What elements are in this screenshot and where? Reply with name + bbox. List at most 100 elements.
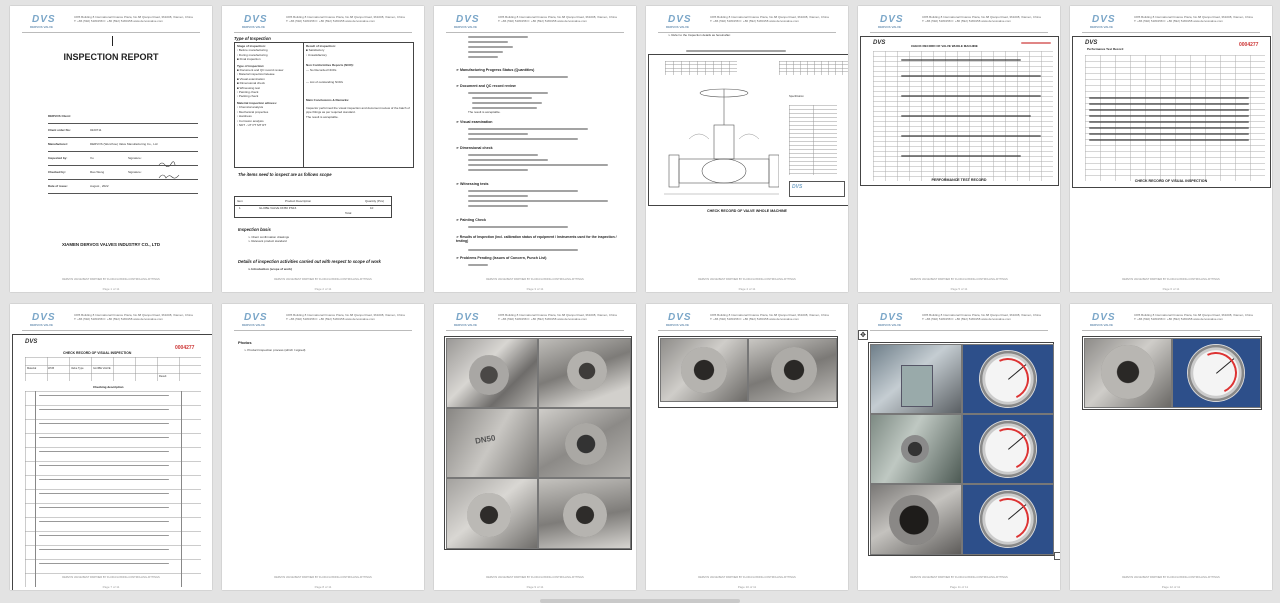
pressure-gauge-photo[interactable] [1172,338,1261,408]
resize-handle[interactable] [1054,552,1060,560]
table-header-cell: Item [237,199,243,203]
header-contact: T: +86 (592) 5180158 F: +86 (592) 518015… [74,317,163,321]
valve-photo[interactable] [538,408,631,478]
drawing-title-block: DVS [789,181,845,197]
test-bench-photo[interactable] [870,414,962,484]
ncr-item: — No Recorded NCRs [306,67,337,72]
cover-row-value: Rao Weng [90,170,105,174]
cover-row: Inspected by: Xu Signature: [48,152,198,168]
material-item: ▫ NDT - UT PT MT RT [237,122,267,127]
photos-title: Photos [238,340,252,345]
header-contact: T: +86 (592) 5180158 F: +86 (592) 518015… [286,317,375,321]
cover-row-label: DERVOS Client: [48,114,71,118]
company-logo: DVS [32,312,56,323]
conclusion-title: Main Conclusions & Remarks: [306,98,350,103]
form-serial: 0004277 [175,345,195,351]
pressure-gauge-photo[interactable] [962,414,1054,484]
document-page-12[interactable]: DVS DERVOS VALVE C8/5 Building 8 Interna… [1070,304,1272,590]
header-divider [22,330,200,331]
document-page-9[interactable]: DVS DERVOS VALVE C8/5 Building 8 Interna… [434,304,636,590]
move-handle-icon[interactable]: ✥ [858,330,868,340]
valve-photo[interactable] [748,338,837,402]
cover-row-label: Manufacturer: [48,142,69,146]
details-title: Details of inspection activities carried… [238,259,381,264]
page-header: DVS DERVOS VALVE C8/5 Building 8 Interna… [1082,312,1260,330]
header-contact: T: +86 (592) 5180158 F: +86 (592) 518015… [1134,19,1223,23]
page-footer: DERVOS VALVE BEST PARTNER BY FLUID-FLOWI… [486,576,584,579]
basis-item: ➢ Relevant product standard [248,239,287,244]
page-header: DVS DERVOS VALVE C8/5 Building 8 Interna… [870,312,1048,330]
checklist-grid [25,391,201,587]
form-title: Performance Test Record [1087,47,1124,51]
company-logo: DVS [32,14,56,25]
document-page-8[interactable]: DVS DERVOS VALVE C8/5 Building 8 Interna… [222,304,424,590]
document-page-10[interactable]: DVS DERVOS VALVE C8/5 Building 8 Interna… [646,304,848,590]
valve-photo[interactable] [1084,338,1172,408]
valve-photo[interactable] [538,338,631,408]
result-note: The result is acceptable. [468,110,501,114]
cover-row-value: August , 2022 [90,184,109,188]
document-page-7[interactable]: DVS DERVOS VALVE C8/5 Building 8 Interna… [10,304,212,590]
form-logo: DVS [873,40,886,46]
cover-info-table: DERVOS Client: Client order No: 0220711 M… [48,110,198,194]
photo-grid: DN50 [444,336,632,550]
pressure-gauge-photo[interactable] [962,484,1054,555]
drawing-spec-table [789,105,837,175]
page-number: Page 2 of 11 [314,287,332,291]
page-number: Page 6 of 11 [1162,287,1180,291]
company-logo-subtitle: DERVOS VALVE [30,25,54,29]
document-page-5[interactable]: DVS DERVOS VALVE C8/5 Building 8 Interna… [858,6,1060,292]
section-heading: ➢ Dimensional check [456,146,493,150]
page-footer: DERVOS VALVE BEST PARTNER BY FLUID-FLOWI… [274,278,372,281]
test-bench-photo[interactable] [870,344,962,414]
valve-photo[interactable]: DN50 [446,408,538,478]
cover-row-label: Date of issue: [48,184,68,188]
stage-item: ■ Final inspection [237,57,261,62]
page-footer: DERVOS VALVE BEST PARTNER BY FLUID-FLOWI… [1122,278,1220,281]
header-contact: T: +86 (592) 5180158 F: +86 (592) 518015… [922,19,1011,23]
signature-label: Signature: [128,170,142,174]
company-logo-subtitle: DERVOS VALVE [666,323,690,327]
header-divider [234,32,412,33]
header-divider [1082,330,1260,331]
company-logo: DVS [668,312,692,323]
document-page-1[interactable]: DVS DERVOS VALVE C8/5 Building 8 Interna… [10,6,212,292]
header-contact: T: +86 (592) 5180158 F: +86 (592) 518015… [710,19,799,23]
horizontal-scrollbar[interactable] [540,599,740,603]
cover-row: Checked by: Rao Weng Signature: [48,166,198,180]
page-header: DVS DERVOS VALVE C8/5 Building 8 Interna… [658,14,836,32]
company-logo-subtitle: DERVOS VALVE [878,323,902,327]
page-number: Page 7 of 11 [102,585,120,589]
figure-caption: CHECK RECORD OF VISUAL INSPECTION [1134,179,1208,183]
header-divider [870,32,1048,33]
valve-photo[interactable] [660,338,748,402]
handwritten-signature [158,154,176,168]
header-contact: T: +86 (592) 5180158 F: +86 (592) 518015… [286,19,375,23]
table-cell: GLOBE VALVE DN50 PN16 [259,206,297,210]
page-header: DVS DERVOS VALVE C8/5 Building 8 Interna… [870,14,1048,32]
material-value: WCB [48,367,55,370]
section-heading: ➢ Painting Check [456,218,486,222]
page-footer: DERVOS VALVE BEST PARTNER BY FLUID-FLOWI… [910,278,1008,281]
company-logo: DVS [244,14,268,25]
basis-list: ➢ Client confirmation drawings ➢ Relevan… [248,235,289,244]
valve-bore-photo[interactable] [870,484,962,555]
valve-photo[interactable] [538,478,631,549]
drawing-table [779,61,848,75]
company-logo: DVS [880,14,904,25]
document-page-3[interactable]: DVS DERVOS VALVE C8/5 Building 8 Interna… [434,6,636,292]
conclusion-text: Inspector performed the visual inspectio… [306,105,410,115]
stage-block: Stage of inspection: ▫ Before manufactur… [237,44,301,127]
section-title: Type of Inspection [234,36,271,41]
company-logo-subtitle: DERVOS VALVE [242,323,266,327]
document-page-6[interactable]: DVS DERVOS VALVE C8/5 Building 8 Interna… [1070,6,1272,292]
document-page-4[interactable]: DVS DERVOS VALVE C8/5 Building 8 Interna… [646,6,848,292]
valve-photo[interactable] [446,338,538,408]
pressure-gauge-photo[interactable] [962,344,1054,414]
document-page-2[interactable]: DVS DERVOS VALVE C8/5 Building 8 Interna… [222,6,424,292]
valve-photo[interactable] [446,478,538,549]
photo-grid [868,342,1054,556]
document-page-11[interactable]: DVS DERVOS VALVE C8/5 Building 8 Interna… [858,304,1060,590]
header-divider [1082,32,1260,33]
page-number: Page 5 of 11 [950,287,968,291]
